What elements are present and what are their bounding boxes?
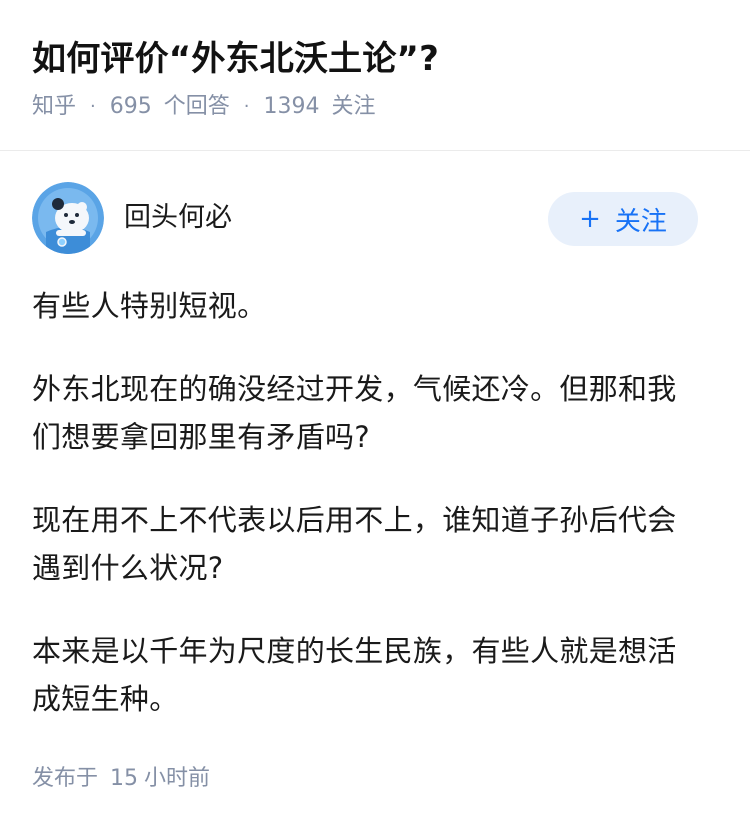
answer-paragraph: 本来是以千年为尺度的长生民族，有些人就是想活成短生种。 [32, 634, 677, 716]
answer-count-label: 个回答 [163, 94, 230, 119]
meta-separator: · [90, 96, 96, 117]
plus-icon: + [579, 204, 601, 234]
follow-button-label: 关注 [614, 206, 667, 237]
publish-time: 发布于 15 小时前 [32, 763, 210, 795]
meta-separator: · [243, 96, 250, 117]
question-header: 如何评价“外东北沃土论”? 知乎 · 695 个回答 · 1394 关注 [32, 30, 718, 122]
cartoon-bear-avatar-icon [32, 182, 104, 254]
published-label: 发布于 [32, 766, 99, 791]
question-meta: 知乎 · 695 个回答 · 1394 关注 [32, 92, 718, 122]
answer-count: 695 [109, 94, 152, 119]
follower-count: 1394 [263, 94, 320, 119]
answer-paragraph: 有些人特别短视。 [32, 289, 267, 323]
source-label[interactable]: 知乎 [32, 92, 76, 122]
published-unit: 小时前 [144, 766, 211, 791]
follow-button[interactable]: + 关注 [548, 192, 698, 246]
follower-count-label: 关注 [331, 94, 376, 119]
published-number: 15 [110, 766, 139, 791]
answer-paragraph: 外东北现在的确没经过开发，气候还冷。但那和我们想要拿回那里有矛盾吗? [32, 372, 677, 454]
question-title[interactable]: 如何评价“外东北沃土论”? [32, 30, 718, 88]
author-name[interactable]: 回头何必 [124, 200, 232, 236]
answer-content: 有些人特别短视。 外东北现在的确没经过开发，气候还冷。但那和我们想要拿回那里有矛… [32, 282, 702, 758]
author-row: 回头何必 + 关注 [32, 182, 698, 258]
answer-paragraph: 现在用不上不代表以后用不上，谁知道子孙后代会遇到什么状况? [32, 503, 677, 585]
avatar[interactable] [32, 182, 104, 254]
header-divider [0, 150, 750, 151]
